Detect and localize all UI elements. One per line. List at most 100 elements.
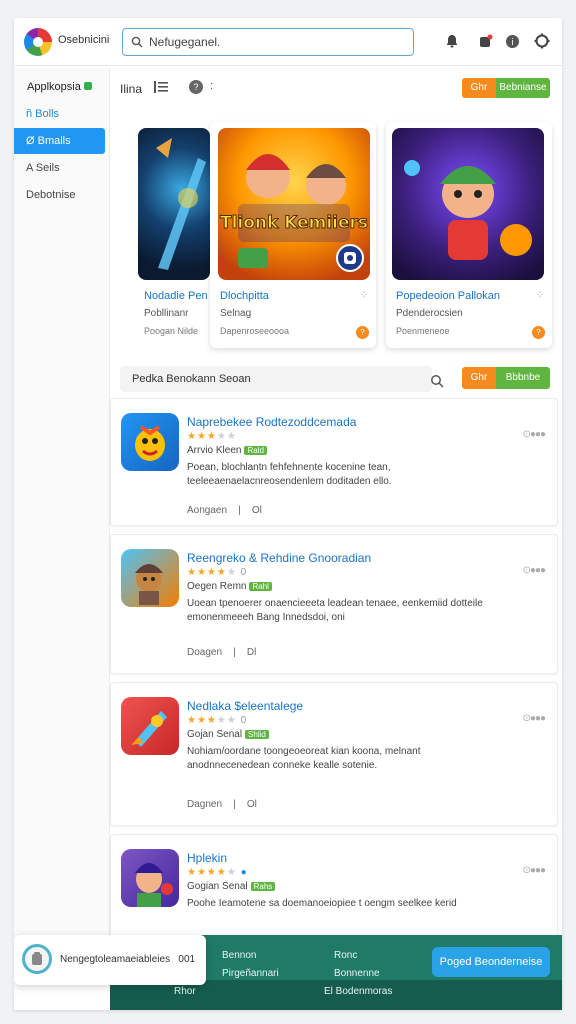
app-footer: Aongaen | Ol xyxy=(187,505,262,516)
sidebar-item-bolls[interactable]: ñ Bolls xyxy=(14,101,105,127)
footer-text: Rhor xyxy=(174,986,196,997)
rating-stars: ★★★★★ 0 xyxy=(187,567,247,578)
sidebar-item-debotnise[interactable]: Debotnise xyxy=(14,182,105,208)
status-badge: Shlid xyxy=(245,730,269,739)
stars-filled: ★★★ xyxy=(187,431,217,442)
stars-filled: ★★★★ xyxy=(187,567,227,578)
sort-button[interactable]: Bbbnbe xyxy=(496,367,550,389)
sidebar-title: Applkopsia xyxy=(27,81,92,93)
status-badge: Rahl xyxy=(249,582,272,591)
app-category: Oegen Remn Rahl xyxy=(187,581,272,592)
app-list-item[interactable]: Naprebekee Rodtezoddcemada ★★★★★ Arrvio … xyxy=(110,398,558,526)
app-title[interactable]: Naprebekee Rodtezoddcemada xyxy=(187,415,356,429)
app-description: Nohiam/oordane toongeoeoreat kian koona,… xyxy=(187,746,421,771)
app-category: Gojan Senal Shlid xyxy=(187,729,269,740)
app-icon xyxy=(121,697,179,755)
bottom-link[interactable]: Pirgeñannari xyxy=(222,968,279,979)
more-icon[interactable]: ⁘ xyxy=(360,290,368,301)
bottom-link[interactable]: Bonnenne xyxy=(334,968,380,979)
sidebar-item-label: Ø Bmalls xyxy=(26,135,71,147)
bottom-label: Ronc xyxy=(334,950,358,961)
stars-empty: ★ xyxy=(226,867,237,878)
verified-icon: ● xyxy=(240,867,248,878)
app-list-item[interactable]: Reengreko & Rehdine Gnooradian ★★★★★ 0 O… xyxy=(110,534,558,674)
rating-stars: ★★★★★ ● xyxy=(187,867,248,878)
more-options-icon[interactable]: ⊙●●● xyxy=(523,565,546,576)
rating-stars: ★★★★★ 0 xyxy=(187,715,247,726)
controller-icon xyxy=(336,244,364,272)
view-label: Ilina xyxy=(120,82,143,96)
featured-title: Nodadie Pen xyxy=(144,290,208,302)
sidebar-item-label: A Seils xyxy=(26,162,60,174)
rating-extra: 0 xyxy=(240,715,248,726)
price-badge-icon: ? xyxy=(356,326,369,339)
toolbar-separator: : xyxy=(210,80,214,92)
browse-button[interactable]: Bebnianse xyxy=(496,78,550,98)
app-title[interactable]: Hplekin xyxy=(187,851,227,865)
section-header: Pedka Benokann Seoan xyxy=(120,366,432,392)
featured-title: Dlochpitta xyxy=(220,290,269,302)
bell-icon[interactable] xyxy=(444,33,460,49)
more-options-icon[interactable]: ⊙●●● xyxy=(523,713,546,724)
app-window: Osebnicini i Applkopsia ñ Bolls Ø Bmalls… xyxy=(14,18,562,1010)
featured-card[interactable]: Tlionk Kemiiers Dlochpitta Selnag Dapenr… xyxy=(210,122,376,348)
search-input[interactable] xyxy=(149,33,399,51)
top-bar: Osebnicini i xyxy=(14,18,562,66)
featured-artwork xyxy=(138,128,210,280)
notification-text: Nengegtoleamaeiableies 001 xyxy=(60,954,196,965)
settings-icon[interactable] xyxy=(534,33,550,49)
featured-subtitle: Selnag xyxy=(220,308,252,319)
featured-art-title: Tlionk Kemiiers xyxy=(220,213,368,233)
app-footer: Dagnen | Ol xyxy=(187,799,257,810)
svg-text:i: i xyxy=(511,38,514,48)
search-icon[interactable] xyxy=(430,374,444,388)
app-category: Gogian Senal Rahs xyxy=(187,881,276,892)
app-list-item[interactable]: Nedlaka $eleentalege ★★★★★ 0 Gojan Senal… xyxy=(110,682,558,826)
search-box[interactable] xyxy=(122,28,414,56)
info-icon[interactable]: i xyxy=(504,33,520,49)
featured-artwork xyxy=(392,128,544,280)
rating-stars: ★★★★★ xyxy=(187,431,237,442)
search-icon xyxy=(131,36,143,48)
stars-empty: ★★ xyxy=(216,431,237,442)
filter-button[interactable]: Ghr xyxy=(462,78,496,98)
app-footer: Doagen | Dl xyxy=(187,647,257,658)
list-view-icon[interactable] xyxy=(154,80,168,94)
help-icon[interactable]: ? xyxy=(189,80,203,94)
featured-artwork: Tlionk Kemiiers xyxy=(218,128,370,280)
more-options-icon[interactable]: ⊙●●● xyxy=(523,865,546,876)
stars-filled: ★★★ xyxy=(187,715,217,726)
featured-meta: Poenmeneoe xyxy=(396,326,450,336)
app-title[interactable]: Nedlaka $eleentalege xyxy=(187,699,303,713)
sidebar-item-label: ñ Bolls xyxy=(26,108,60,120)
app-title[interactable]: Reengreko & Rehdine Gnooradian xyxy=(187,551,371,565)
sidebar-item-bmalls[interactable]: Ø Bmalls xyxy=(14,128,105,154)
section-title: Pedka Benokann Seoan xyxy=(132,373,251,385)
app-description: Uoean tpenoerer onaencieeeta leadean ten… xyxy=(187,598,483,623)
featured-subtitle: Pdenderocsien xyxy=(396,308,463,319)
notification-icon xyxy=(22,944,52,974)
featured-title: Popedeoion Pallokan xyxy=(396,290,500,302)
notification-badge-icon[interactable] xyxy=(478,33,494,49)
more-options-icon[interactable]: ⊙●●● xyxy=(523,429,546,440)
app-name: Osebnicini xyxy=(58,34,110,46)
featured-meta: Dapenroseeoooa xyxy=(220,326,290,336)
app-icon xyxy=(121,413,179,471)
featured-card[interactable]: Nodadie Pen Pobllinanr Poogan Nilde xyxy=(132,124,212,346)
app-logo-icon[interactable] xyxy=(24,28,52,56)
app-icon xyxy=(121,549,179,607)
footer-text[interactable]: El Bodenmoras xyxy=(324,986,392,997)
sidebar-item-seils[interactable]: A Seils xyxy=(14,155,105,181)
more-icon[interactable]: ⁘ xyxy=(536,290,544,301)
stars-empty: ★★ xyxy=(216,715,237,726)
notification-count: 001 xyxy=(178,954,196,965)
app-description: Poohe Ieamotene sa doemanoeiopiee t oeng… xyxy=(187,898,457,909)
filter-button[interactable]: Ghr xyxy=(462,367,496,389)
primary-action-button[interactable]: Poged Beonderneise xyxy=(432,947,550,977)
app-icon xyxy=(121,849,179,907)
bottom-label: Bennon xyxy=(222,950,257,961)
rating-extra: 0 xyxy=(240,567,248,578)
price-badge-icon: ? xyxy=(532,326,545,339)
notification-toast[interactable]: Nengegtoleamaeiableies 001 xyxy=(14,935,206,985)
featured-card[interactable]: Popedeoion Pallokan Pdenderocsien Poenme… xyxy=(386,122,552,348)
